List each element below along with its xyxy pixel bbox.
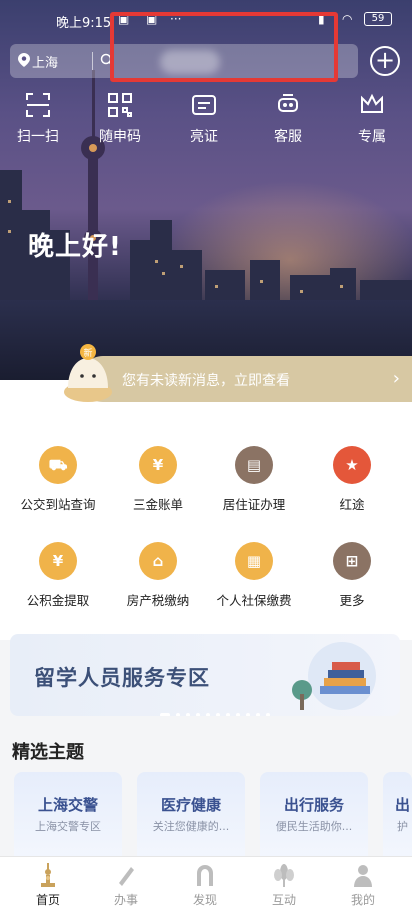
service-label: 个人社保缴费 — [216, 593, 292, 608]
yen-bill-icon: ¥ — [139, 446, 177, 484]
service-property-tax[interactable]: ⌂ 房产税缴纳 — [108, 542, 208, 609]
service-red-route[interactable]: ★ 红途 — [302, 446, 402, 513]
topic-subtitle: 上海交警专区 — [35, 820, 101, 833]
location-label[interactable]: 上海 — [32, 52, 58, 71]
status-time: 晚上9:15 — [56, 16, 112, 31]
quick-action-label: 专属 — [358, 129, 386, 145]
nav-home[interactable]: 首页 — [18, 863, 78, 908]
section-title: 精选主题 — [12, 742, 84, 763]
crown-icon — [361, 93, 383, 113]
flower-icon — [274, 864, 294, 887]
mascot-icon: 新 — [64, 344, 112, 402]
service-housing-fund[interactable]: ¥ 公积金提取 — [8, 542, 108, 609]
quick-action-label: 扫一扫 — [17, 129, 59, 145]
quick-action-label: 客服 — [274, 129, 302, 145]
banner-title: 留学人员服务专区 — [34, 666, 210, 690]
banner-pagination — [160, 702, 276, 716]
message-notice-bar[interactable]: 您有未读新消息，立即查看 › — [80, 356, 412, 402]
discover-gate-icon — [197, 865, 213, 886]
topic-title: 出行服务 — [283, 796, 344, 814]
home-tower-icon — [41, 863, 55, 887]
bus-icon: ⛟ — [39, 446, 77, 484]
topic-subtitle: 关注您健康的... — [152, 820, 230, 833]
pen-icon — [119, 867, 134, 886]
study-abroad-banner[interactable]: 留学人员服务专区 — [10, 634, 400, 716]
service-more[interactable]: ⊞ 更多 — [302, 542, 402, 609]
topic-title: 出 — [395, 796, 411, 814]
nav-label: 我的 — [350, 893, 375, 907]
greeting-text: 晚上好! — [28, 232, 122, 262]
id-card-icon: ▤ — [235, 446, 273, 484]
service-label: 红途 — [339, 497, 365, 512]
nav-label: 办事 — [113, 893, 138, 907]
nav-services[interactable]: 办事 — [96, 863, 156, 908]
red-star-icon: ★ — [333, 446, 371, 484]
plus-circle-icon[interactable]: + — [370, 46, 400, 76]
app-screen: 晚上9:15 ▣ ▣ ··· ▮ ◠ 59 上海 + 扫一扫 随申码 亮证 客服… — [0, 0, 412, 914]
topic-subtitle: 便民生活助你... — [275, 820, 353, 833]
topic-subtitle: 护 — [397, 820, 408, 833]
location-pin-icon — [18, 53, 30, 67]
headset-icon — [278, 94, 298, 112]
topic-title: 上海交警 — [37, 796, 98, 814]
person-icon — [354, 865, 372, 887]
battery-icon: 59 — [364, 12, 392, 26]
more-grid-icon: ⊞ — [333, 542, 371, 580]
nav-profile[interactable]: 我的 — [333, 863, 393, 908]
nav-discover[interactable]: 发现 — [175, 863, 235, 908]
service-residence-permit[interactable]: ▤ 居住证办理 — [204, 446, 304, 513]
quick-action-exclusive[interactable]: 专属 — [342, 92, 402, 146]
service-social-insurance[interactable]: ▦ 个人社保缴费 — [204, 542, 304, 609]
money-bag-icon: ¥ — [39, 542, 77, 580]
quick-action-card[interactable]: 亮证 — [174, 92, 234, 146]
service-label: 居住证办理 — [222, 497, 286, 512]
house-tax-icon: ⌂ — [139, 542, 177, 580]
wifi-icon: ◠ — [342, 12, 353, 26]
service-label: 公交到站查询 — [20, 497, 96, 512]
topic-title: 医疗健康 — [160, 796, 221, 814]
service-label: 公积金提取 — [26, 593, 90, 608]
quick-action-label: 随申码 — [99, 129, 141, 145]
quick-action-label: 亮证 — [190, 129, 218, 145]
service-bus-arrival[interactable]: ⛟ 公交到站查询 — [8, 446, 108, 513]
notice-badge: 新 — [83, 347, 92, 359]
books-illustration-icon — [292, 642, 376, 710]
nav-interact[interactable]: 互动 — [254, 863, 314, 908]
quick-action-support[interactable]: 客服 — [258, 92, 318, 146]
service-three-funds-bill[interactable]: ¥ 三金账单 — [108, 446, 208, 513]
nav-label: 首页 — [35, 893, 60, 907]
notice-text: 您有未读新消息，立即查看 — [122, 373, 290, 389]
service-label: 房产税缴纳 — [126, 593, 190, 608]
social-insurance-icon: ▦ — [235, 542, 273, 580]
bottom-navigation: 首页 办事 发现 互动 我的 — [0, 856, 412, 914]
search-divider — [92, 52, 93, 70]
scan-icon — [26, 93, 50, 117]
chevron-right-icon: › — [392, 368, 400, 389]
nav-label: 互动 — [271, 893, 296, 907]
service-label: 三金账单 — [132, 497, 183, 512]
qr-code-icon — [108, 93, 132, 117]
highlight-box — [110, 12, 338, 82]
nav-label: 发现 — [192, 893, 217, 907]
service-label: 更多 — [339, 593, 365, 608]
card-icon — [192, 95, 216, 115]
hero-banner: 晚上9:15 ▣ ▣ ··· ▮ ◠ 59 上海 + 扫一扫 随申码 亮证 客服… — [0, 0, 412, 380]
quick-action-qr-code[interactable]: 随申码 — [90, 92, 150, 146]
quick-action-scan[interactable]: 扫一扫 — [8, 92, 68, 146]
